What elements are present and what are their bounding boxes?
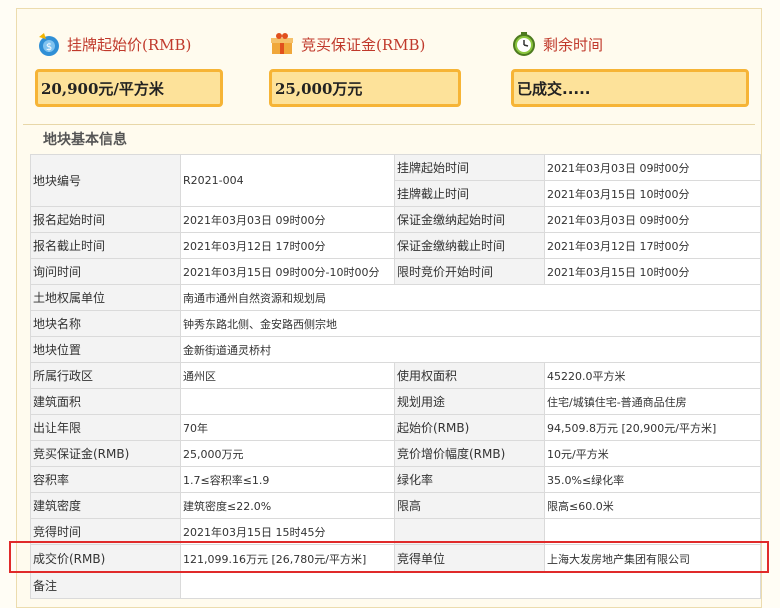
table-row: 报名起始时间 2021年03月03日 09时00分 保证金缴纳起始时间 2021… bbox=[30, 206, 761, 233]
row-label: 限时竞价开始时间 bbox=[394, 258, 545, 285]
row-value: 2021年03月03日 09时00分 bbox=[544, 154, 761, 181]
row-value: 2021年03月15日 15时45分 bbox=[180, 518, 395, 545]
row-value: 1.7≤容积率≤1.9 bbox=[180, 466, 395, 493]
row-value: 94,509.8万元 [20,900元/平方米] bbox=[544, 414, 761, 441]
row-value: 2021年03月03日 09时00分 bbox=[180, 206, 395, 233]
row-value: 35.0%≤绿化率 bbox=[544, 466, 761, 493]
row-value: 10元/平方米 bbox=[544, 440, 761, 467]
row-label: 地块编号 bbox=[30, 154, 181, 207]
row-label: 地块位置 bbox=[30, 336, 181, 363]
row-label: 竞买保证金(RMB) bbox=[30, 440, 181, 467]
table-row: 成交价(RMB) 121,099.16万元 [26,780元/平方米] 竞得单位… bbox=[30, 544, 761, 573]
row-label: 容积率 bbox=[30, 466, 181, 493]
money-bag-icon: $ bbox=[39, 33, 59, 56]
table-row: 容积率 1.7≤容积率≤1.9 绿化率 35.0%≤绿化率 bbox=[30, 466, 761, 493]
row-label: 规划用途 bbox=[394, 388, 545, 415]
deal-price-label: 成交价(RMB) bbox=[30, 544, 181, 573]
row-label: 询问时间 bbox=[30, 258, 181, 285]
row-value: 25,000万元 bbox=[180, 440, 395, 467]
winner-label: 竞得单位 bbox=[394, 544, 545, 573]
row-label: 挂牌截止时间 bbox=[394, 180, 545, 207]
row-label bbox=[394, 518, 545, 545]
row-value bbox=[180, 572, 761, 599]
table-row: 所属行政区 通州区 使用权面积 45220.0平方米 bbox=[30, 362, 761, 389]
row-value: 70年 bbox=[180, 414, 395, 441]
row-value: 钟秀东路北侧、金安路西侧宗地 bbox=[180, 310, 761, 337]
row-label: 出让年限 bbox=[30, 414, 181, 441]
row-value: 通州区 bbox=[180, 362, 395, 389]
table-row: 土地权属单位 南通市通州自然资源和规划局 bbox=[30, 284, 761, 311]
row-value: R2021-004 bbox=[180, 154, 395, 207]
table-row: 询问时间 2021年03月15日 09时00分-10时00分 限时竞价开始时间 … bbox=[30, 258, 761, 285]
row-value bbox=[544, 518, 761, 545]
deposit-heading: 竞买保证金(RMB) bbox=[269, 31, 425, 57]
row-label: 地块名称 bbox=[30, 310, 181, 337]
deposit-value: 25,000万元 bbox=[275, 79, 363, 98]
row-label: 竞价增价幅度(RMB) bbox=[394, 440, 545, 467]
row-label: 所属行政区 bbox=[30, 362, 181, 389]
table-row: 地块位置 金新街道通灵桥村 bbox=[30, 336, 761, 363]
start-price-heading: $ 挂牌起始价(RMB) bbox=[35, 31, 191, 57]
svg-text:$: $ bbox=[46, 42, 52, 53]
row-label: 使用权面积 bbox=[394, 362, 545, 389]
clock-icon bbox=[513, 32, 535, 56]
row-label: 土地权属单位 bbox=[30, 284, 181, 311]
table-row: 报名截止时间 2021年03月12日 17时00分 保证金缴纳截止时间 2021… bbox=[30, 232, 761, 259]
row-value: 金新街道通灵桥村 bbox=[180, 336, 761, 363]
row-value: 45220.0平方米 bbox=[544, 362, 761, 389]
table-row: 竞买保证金(RMB) 25,000万元 竞价增价幅度(RMB) 10元/平方米 bbox=[30, 440, 761, 467]
row-label: 报名截止时间 bbox=[30, 232, 181, 259]
table-row: 建筑面积 规划用途 住宅/城镇住宅-普通商品住房 bbox=[30, 388, 761, 415]
remaining-time-heading: 剩余时间 bbox=[511, 31, 603, 57]
table-row: 地块名称 钟秀东路北侧、金安路西侧宗地 bbox=[30, 310, 761, 337]
row-label: 限高 bbox=[394, 492, 545, 519]
deal-price-value: 121,099.16万元 [26,780元/平方米] bbox=[180, 544, 395, 573]
winner-value: 上海大发房地产集团有限公司 bbox=[544, 544, 761, 573]
deposit-box: 25,000万元 bbox=[269, 69, 461, 107]
row-value: 限高≤60.0米 bbox=[544, 492, 761, 519]
start-price-label: 挂牌起始价(RMB) bbox=[67, 35, 192, 54]
row-label: 起始价(RMB) bbox=[394, 414, 545, 441]
table-row: 备注 bbox=[30, 572, 761, 599]
start-price-box: 20,900元/平方米 bbox=[35, 69, 223, 107]
row-value: 南通市通州自然资源和规划局 bbox=[180, 284, 761, 311]
row-value: 2021年03月12日 17时00分 bbox=[544, 232, 761, 259]
gift-box-icon bbox=[271, 33, 293, 54]
land-info-table: 地块编号 R2021-004 挂牌起始时间 2021年03月03日 09时00分… bbox=[30, 154, 761, 599]
divider bbox=[23, 124, 755, 125]
remaining-time-label: 剩余时间 bbox=[543, 35, 604, 54]
row-value: 2021年03月15日 10时00分 bbox=[544, 180, 761, 207]
remaining-time-value: 已成交..... bbox=[517, 79, 591, 98]
row-value: 建筑密度≤22.0% bbox=[180, 492, 395, 519]
row-value: 2021年03月15日 09时00分-10时00分 bbox=[180, 258, 395, 285]
remaining-time-box: 已成交..... bbox=[511, 69, 749, 107]
start-price-value: 20,900元/平方米 bbox=[41, 79, 164, 98]
row-label: 保证金缴纳起始时间 bbox=[394, 206, 545, 233]
row-label: 保证金缴纳截止时间 bbox=[394, 232, 545, 259]
row-value: 2021年03月15日 10时00分 bbox=[544, 258, 761, 285]
row-value: 2021年03月12日 17时00分 bbox=[180, 232, 395, 259]
row-value: 2021年03月03日 09时00分 bbox=[544, 206, 761, 233]
row-label: 挂牌起始时间 bbox=[394, 154, 545, 181]
table-row: 竞得时间 2021年03月15日 15时45分 bbox=[30, 518, 761, 545]
row-label: 竞得时间 bbox=[30, 518, 181, 545]
table-row: 建筑密度 建筑密度≤22.0% 限高 限高≤60.0米 bbox=[30, 492, 761, 519]
table-row: 出让年限 70年 起始价(RMB) 94,509.8万元 [20,900元/平方… bbox=[30, 414, 761, 441]
row-label: 建筑面积 bbox=[30, 388, 181, 415]
table-row: 地块编号 R2021-004 挂牌起始时间 2021年03月03日 09时00分 bbox=[30, 154, 761, 207]
row-value bbox=[180, 388, 395, 415]
row-label: 建筑密度 bbox=[30, 492, 181, 519]
row-label: 备注 bbox=[30, 572, 181, 599]
deposit-label: 竞买保证金(RMB) bbox=[301, 35, 426, 54]
row-label: 报名起始时间 bbox=[30, 206, 181, 233]
section-title: 地块基本信息 bbox=[43, 132, 127, 148]
row-value: 住宅/城镇住宅-普通商品住房 bbox=[544, 388, 761, 415]
row-label: 绿化率 bbox=[394, 466, 545, 493]
